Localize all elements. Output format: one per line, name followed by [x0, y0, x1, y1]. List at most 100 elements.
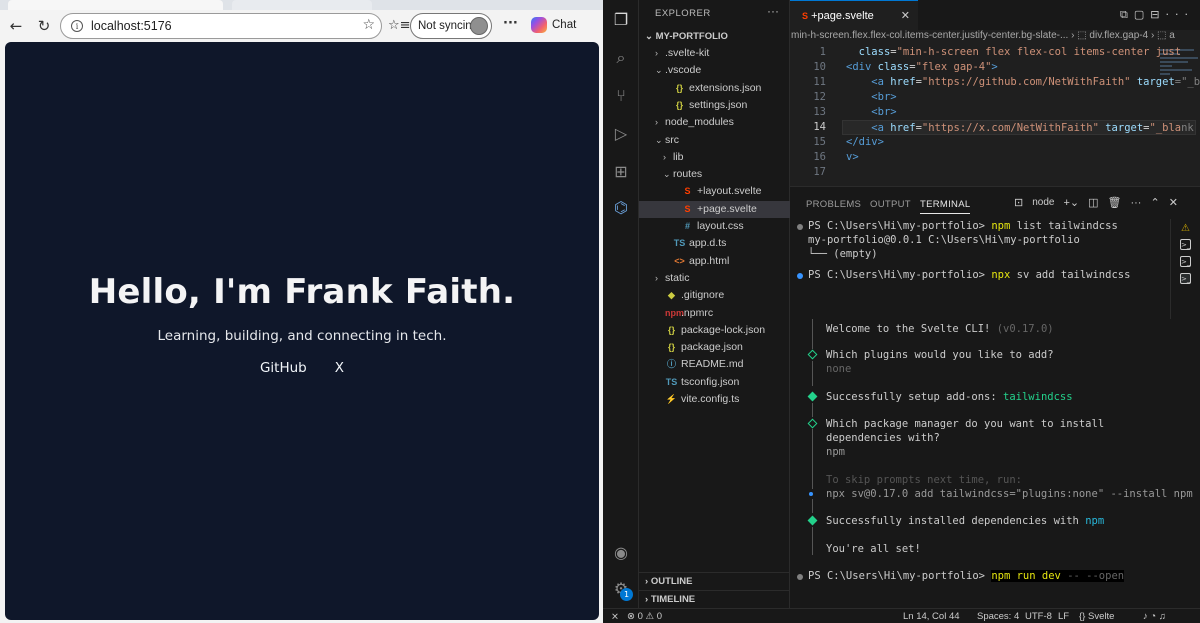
browser-tab[interactable] [8, 0, 223, 10]
terminal-shell-name[interactable]: node [1032, 197, 1054, 208]
editor-actions[interactable]: ⧉▢⊟··· [1120, 8, 1194, 22]
cli-guide-line [812, 527, 813, 555]
file-tree-item[interactable]: › lib [639, 149, 790, 166]
file-tree-item[interactable]: ◆ .gitignore [639, 287, 790, 304]
code-editor[interactable]: 1 class="min-h-screen flex flex-col item… [790, 45, 1200, 180]
problems-status[interactable]: ⊗ 0 ⚠ 0 [627, 611, 662, 622]
maximize-panel-icon[interactable]: ⌃ [1150, 196, 1159, 209]
code-line[interactable]: v> [846, 150, 1200, 165]
explorer-title: EXPLORER [655, 8, 711, 19]
file-tree-item[interactable]: <> app.html [639, 253, 790, 270]
file-tree-label: README.md [681, 358, 744, 371]
close-tab-icon[interactable]: ✕ [901, 9, 910, 22]
file-tree-item[interactable]: › node_modules [639, 114, 790, 131]
end-of-line[interactable]: LF [1058, 611, 1069, 622]
file-tree-item[interactable]: {} package-lock.json [639, 322, 790, 339]
indentation[interactable]: Spaces: 4 [977, 611, 1019, 622]
outline-section[interactable]: › OUTLINE [639, 572, 790, 590]
terminal-instance-icon[interactable]: >_ [1180, 273, 1191, 284]
more-menu-icon[interactable]: ··· [503, 16, 518, 31]
favorite-star-icon[interactable]: ☆ [362, 17, 375, 33]
breadcrumb[interactable]: min-h-screen.flex.flex-col.items-center.… [790, 30, 1200, 45]
tab-problems[interactable]: PROBLEMS [806, 199, 861, 210]
code-line[interactable]: <br> [846, 105, 1200, 120]
extensions-icon[interactable]: ⊞ [611, 162, 631, 182]
terminal-line: Which plugins would you like to add? [826, 349, 1054, 361]
file-tree-item[interactable]: S +page.svelte [639, 200, 790, 218]
browser-tab[interactable] [232, 0, 372, 10]
chat-button-label[interactable]: Chat [552, 19, 576, 31]
language-mode[interactable]: {} Svelte [1079, 611, 1114, 622]
code-line[interactable]: class="min-h-screen flex flex-col items-… [846, 45, 1200, 60]
back-arrow-icon[interactable]: ← [6, 16, 26, 36]
run-debug-icon[interactable]: ▷ [611, 124, 631, 144]
tab-output[interactable]: OUTPUT [870, 199, 911, 210]
file-tree-item[interactable]: TS tsconfig.json [639, 374, 790, 391]
file-tree-label: app.d.ts [689, 237, 727, 250]
file-tree-item[interactable]: TS app.d.ts [639, 235, 790, 252]
terminal-line: You're all set! [826, 543, 921, 555]
source-control-icon[interactable]: ⑂ [611, 86, 631, 106]
explorer-more-icon[interactable]: ··· [767, 4, 779, 18]
github-link[interactable]: GitHub [260, 360, 307, 376]
code-line[interactable]: <div class="flex gap-4"> [846, 60, 1200, 75]
code-line[interactable] [846, 165, 1200, 180]
project-folder-header[interactable]: ⌄ MY-PORTFOLIO [645, 31, 728, 42]
address-bar[interactable]: i localhost:5176 ☆ [60, 13, 382, 39]
code-line[interactable]: <br> [846, 90, 1200, 105]
panel-more-icon[interactable]: ··· [1130, 197, 1141, 209]
warning-icon[interactable]: ⚠ [1180, 223, 1191, 234]
terminal-line: Successfully setup add-ons: tailwindcss [826, 391, 1073, 403]
terminal-instance-icon[interactable]: >_ [1180, 239, 1191, 250]
python-icon[interactable]: ⌬ [611, 198, 631, 218]
address-url: localhost:5176 [91, 19, 172, 33]
file-tree-item[interactable]: ⌄ .vscode [639, 62, 790, 79]
file-tree-item[interactable]: ⚡ vite.config.ts [639, 391, 790, 408]
reload-icon[interactable]: ↻ [34, 16, 54, 36]
close-panel-icon[interactable]: ✕ [1169, 196, 1178, 209]
file-tree-item[interactable]: npm.npmrc [639, 305, 790, 322]
terminal-output[interactable]: PS C:\Users\Hi\my-portfolio> npm list ta… [790, 219, 1193, 609]
explorer-icon[interactable]: ❐ [611, 10, 631, 30]
site-info-icon[interactable]: i [71, 20, 83, 32]
explorer-sidebar: EXPLORER ··· ⌄ MY-PORTFOLIO › .svelte-kit… [639, 0, 790, 608]
code-line[interactable]: <a href="https://x.com/NetWithFaith" tar… [842, 120, 1196, 135]
favorites-icon[interactable]: ☆≡ [388, 18, 411, 33]
file-type-icon: S [684, 186, 691, 197]
file-tree-item[interactable]: S +layout.svelte [639, 183, 790, 200]
file-tree-item[interactable]: {} extensions.json [639, 80, 790, 97]
split-terminal-icon[interactable]: ◫ [1088, 196, 1098, 209]
new-terminal-icon[interactable]: +⌄ [1063, 196, 1079, 209]
timeline-section[interactable]: › TIMELINE [639, 590, 790, 608]
accounts-icon[interactable]: ◉ [611, 543, 631, 563]
settings-badge: 1 [620, 588, 633, 601]
file-tree-item[interactable]: {} package.json [639, 339, 790, 356]
line-number: 13 [813, 106, 826, 118]
file-tree-item[interactable]: ⌄ src [639, 132, 790, 149]
remote-icon[interactable]: ⨯ [611, 611, 619, 622]
file-tree-item[interactable]: ⌄ routes [639, 166, 790, 183]
file-tree-item[interactable]: › .svelte-kit [639, 45, 790, 62]
terminal-line: npm [826, 446, 845, 458]
svelte-file-icon: S [802, 11, 809, 21]
copilot-icon[interactable] [531, 17, 547, 33]
cursor-position[interactable]: Ln 14, Col 44 [903, 611, 960, 622]
kill-terminal-icon[interactable]: 🗑 [1108, 196, 1122, 209]
file-tree-item[interactable]: # layout.css [639, 218, 790, 235]
file-tree-item[interactable]: › static [639, 270, 790, 287]
terminal-icon: ⊡ [1014, 197, 1024, 209]
x-link[interactable]: X [335, 360, 344, 376]
code-line[interactable]: </div> [846, 135, 1200, 150]
code-token: target [1098, 122, 1144, 134]
file-tree-item[interactable]: {} settings.json [639, 97, 790, 114]
tab-terminal[interactable]: TERMINAL [920, 199, 971, 214]
sync-button[interactable]: Not syncing [410, 13, 492, 39]
search-icon[interactable]: ⌕ [611, 48, 631, 68]
terminal-instance-icon[interactable]: >_ [1180, 256, 1191, 267]
code-line[interactable]: <a href="https://github.com/NetWithFaith… [846, 75, 1200, 90]
file-tree-item[interactable]: ⓘ README.md [639, 356, 790, 373]
editor-tab-page-svelte[interactable]: S +page.svelte ✕ [790, 0, 918, 30]
notifications-icon[interactable]: ♪ ◔ ♫ [1143, 611, 1166, 622]
encoding[interactable]: UTF-8 [1025, 611, 1052, 622]
